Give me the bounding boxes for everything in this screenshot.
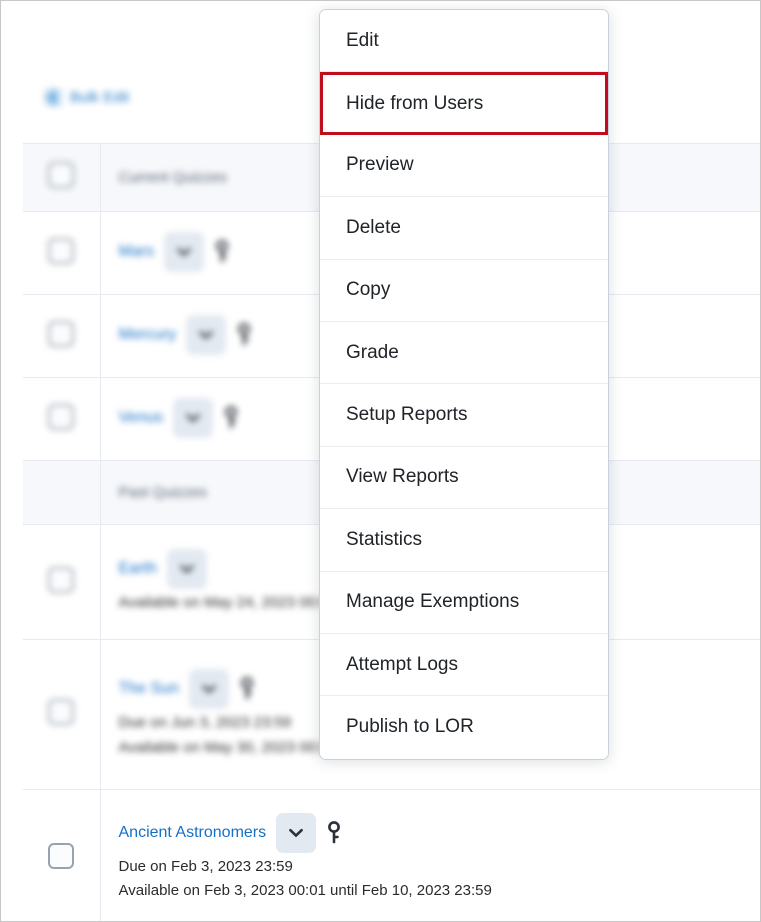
- row-checkbox[interactable]: [48, 842, 75, 869]
- row-checkbox[interactable]: [48, 237, 75, 264]
- chevron-down-icon: [186, 413, 200, 422]
- select-group-checkbox[interactable]: [48, 162, 75, 188]
- menu-item-manage-exemptions[interactable]: Manage Exemptions: [320, 571, 608, 634]
- key-icon: [328, 820, 341, 844]
- chevron-down-icon: [199, 330, 214, 339]
- row-checkbox[interactable]: [48, 320, 75, 347]
- table-row: Ancient Astronomers Due on Feb 3, 2023 2…: [23, 789, 760, 921]
- group-check-cell: [23, 460, 101, 525]
- row-content-cell: Ancient Astronomers Due on Feb 3, 2023 2…: [100, 789, 760, 921]
- quiz-title-link[interactable]: Mercury: [119, 326, 177, 344]
- availability-text: Available on Feb 3, 2023 00:01 until Feb…: [118, 882, 492, 899]
- group-check-cell: [23, 143, 101, 212]
- key-icon: [241, 677, 253, 700]
- row-actions-chevron-down-icon[interactable]: [186, 315, 227, 355]
- menu-item-preview[interactable]: Preview: [320, 134, 608, 198]
- quiz-title-link[interactable]: The Sun: [119, 680, 179, 698]
- row-checkbox[interactable]: [48, 403, 75, 430]
- bulk-edit-icon: [45, 89, 62, 106]
- chevron-down-icon: [177, 247, 191, 256]
- row-actions-chevron-down-icon[interactable]: [276, 812, 317, 853]
- key-icon: [225, 406, 237, 429]
- menu-item-statistics[interactable]: Statistics: [320, 509, 608, 572]
- row-check-cell: [23, 789, 101, 921]
- menu-item-publish-to-lor[interactable]: Publish to LOR: [320, 696, 608, 759]
- due-text: Due on Feb 3, 2023 23:59: [118, 857, 293, 875]
- key-icon: [238, 323, 251, 346]
- menu-item-copy[interactable]: Copy: [320, 259, 608, 322]
- row-actions-chevron-down-icon[interactable]: [166, 548, 207, 589]
- chevron-down-icon: [289, 828, 304, 837]
- row-check-cell: [23, 211, 101, 295]
- bulk-edit-label: Bulk Edit: [70, 89, 130, 106]
- bulk-edit-link[interactable]: Bulk Edit: [45, 89, 129, 106]
- row-actions-chevron-down-icon[interactable]: [164, 232, 205, 272]
- quizzes-page: Bulk Edit Current Quizzes Mars Mercury V…: [0, 0, 761, 922]
- row-check-cell: [23, 377, 101, 461]
- menu-item-setup-reports[interactable]: Setup Reports: [320, 384, 608, 447]
- quiz-title-link[interactable]: Ancient Astronomers: [119, 824, 267, 842]
- quiz-title-link[interactable]: Venus: [119, 409, 163, 427]
- menu-item-edit[interactable]: Edit: [320, 10, 608, 73]
- row-actions-chevron-down-icon[interactable]: [188, 669, 229, 710]
- row-checkbox[interactable]: [48, 699, 75, 725]
- menu-item-view-reports[interactable]: View Reports: [320, 446, 608, 510]
- chevron-down-icon: [179, 564, 194, 573]
- menu-item-hide-from-users[interactable]: Hide from Users: [320, 72, 608, 135]
- menu-item-attempt-logs[interactable]: Attempt Logs: [320, 633, 608, 697]
- row-check-cell: [23, 639, 101, 790]
- row-check-cell: [23, 524, 101, 640]
- row-check-cell: [23, 294, 101, 378]
- quiz-actions-context-menu: Edit Hide from Users Preview Delete Copy…: [319, 9, 609, 760]
- quiz-title-link[interactable]: Mars: [119, 243, 155, 261]
- row-checkbox[interactable]: [48, 566, 75, 593]
- chevron-down-icon: [202, 685, 216, 694]
- quiz-title-link[interactable]: Earth: [119, 560, 157, 578]
- key-icon: [216, 240, 228, 263]
- menu-item-delete[interactable]: Delete: [320, 197, 608, 260]
- menu-item-grade[interactable]: Grade: [320, 321, 608, 385]
- row-actions-chevron-down-icon[interactable]: [172, 398, 213, 438]
